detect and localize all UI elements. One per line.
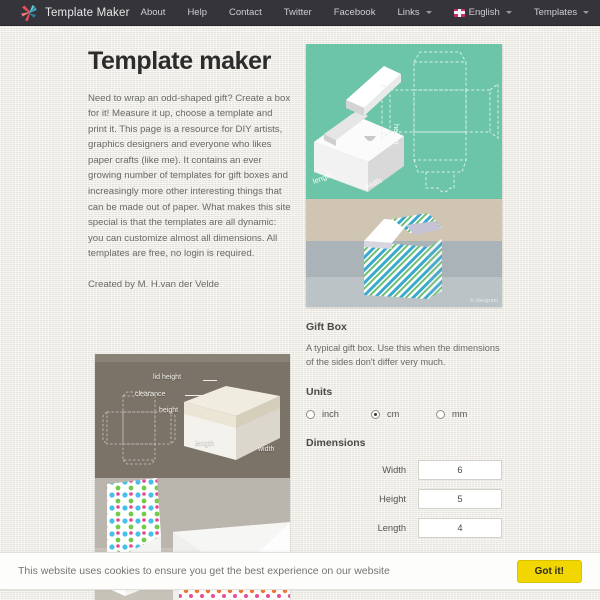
gift-box-diagram-image: height length width (306, 44, 502, 199)
nav-item-label: English (468, 7, 500, 18)
dim-label-length: length (195, 440, 215, 447)
unit-option-label: inch (322, 409, 339, 419)
nav-item-label: Templates (533, 7, 578, 18)
dimension-row-length: Length (306, 518, 502, 538)
nav-item-label: Twitter (283, 7, 312, 18)
product-description: A typical gift box. Use this when the di… (306, 343, 500, 367)
dimension-row-width: Width (306, 460, 502, 480)
dim-label-height: height (159, 407, 179, 414)
page-title: Template maker (88, 47, 271, 75)
chevron-down-icon (425, 11, 432, 14)
leader-line (185, 395, 207, 396)
width-input[interactable] (418, 460, 502, 480)
brand-name: Template Maker (45, 6, 130, 19)
leader-line (203, 380, 217, 381)
dimensions-heading: Dimensions (306, 437, 366, 449)
photo-credit: © ideogram (470, 298, 498, 304)
cookie-accept-button[interactable]: Got it! (516, 559, 582, 583)
unit-option-label: cm (387, 409, 400, 419)
nav-item-facebook[interactable]: Facebook (323, 1, 387, 24)
chevron-down-icon (583, 11, 590, 14)
nav-links: About Help Contact Twitter Facebook Link… (130, 1, 600, 24)
nav-item-label: Help (187, 7, 207, 18)
nav-item-links[interactable]: Links (386, 1, 442, 24)
nav-item-help[interactable]: Help (176, 1, 218, 24)
dim-label-width: width (258, 446, 275, 453)
dimension-row-height: Height (306, 489, 502, 509)
nav-item-language[interactable]: English (443, 1, 523, 24)
length-input[interactable] (418, 518, 502, 538)
unit-option-cm[interactable]: cm (371, 409, 436, 419)
units-radio-group: inch cm mm (306, 409, 502, 419)
cookie-message: This website uses cookies to ensure you … (18, 565, 390, 577)
radio-icon-selected[interactable] (371, 409, 380, 419)
radio-icon[interactable] (436, 409, 445, 419)
nav-item-twitter[interactable]: Twitter (273, 1, 323, 24)
nav-item-label: Facebook (333, 7, 376, 18)
pinwheel-logo-icon (20, 4, 38, 22)
units-heading: Units (306, 386, 333, 398)
svg-text:height: height (392, 124, 401, 145)
hero-text-column: Template maker Need to wrap an odd-shape… (88, 47, 293, 293)
nav-item-label: About (140, 7, 166, 18)
right-column: height length width © ideogram Gift Box … (306, 44, 502, 577)
dim-label-lid-height: lid height (153, 374, 182, 381)
configurator-form: Gift Box A typical gift box. Use this wh… (306, 321, 502, 577)
credit-paragraph: Created by M. H.van der Velde (88, 279, 220, 291)
top-navigation-bar: Template Maker About Help Contact Twitte… (0, 0, 600, 26)
intro-paragraph: Need to wrap an odd-shaped gift? Create … (88, 92, 291, 260)
dim-label-clearance: clearance (135, 391, 166, 398)
box-template-outline-icon (102, 391, 176, 465)
nav-item-contact[interactable]: Contact (218, 1, 273, 24)
dimension-label: Width (382, 465, 406, 475)
product-title: Gift Box (306, 321, 347, 333)
nav-item-label: Contact (228, 7, 262, 18)
height-input[interactable] (418, 489, 502, 509)
unit-option-label: mm (452, 409, 468, 419)
nav-item-templates[interactable]: Templates (523, 1, 600, 24)
chevron-down-icon (505, 11, 512, 14)
nav-item-about[interactable]: About (130, 1, 177, 24)
dimension-label: Height (379, 494, 406, 504)
striped-box-photo: © ideogram (306, 199, 502, 307)
brand-logo-link[interactable]: Template Maker (20, 4, 130, 22)
unit-option-mm[interactable]: mm (436, 409, 501, 419)
uk-flag-icon (453, 8, 465, 17)
page-body: Template maker Need to wrap an odd-shape… (0, 26, 600, 600)
dimension-label: Length (377, 523, 406, 533)
cookie-consent-bar: This website uses cookies to ensure you … (0, 552, 600, 590)
lid-box-diagram-image: lid height clearance height length width (95, 354, 290, 478)
nav-item-label: Links (397, 7, 420, 18)
diagram-top-strip (95, 354, 290, 362)
unit-option-inch[interactable]: inch (306, 409, 371, 419)
radio-icon[interactable] (306, 409, 315, 419)
